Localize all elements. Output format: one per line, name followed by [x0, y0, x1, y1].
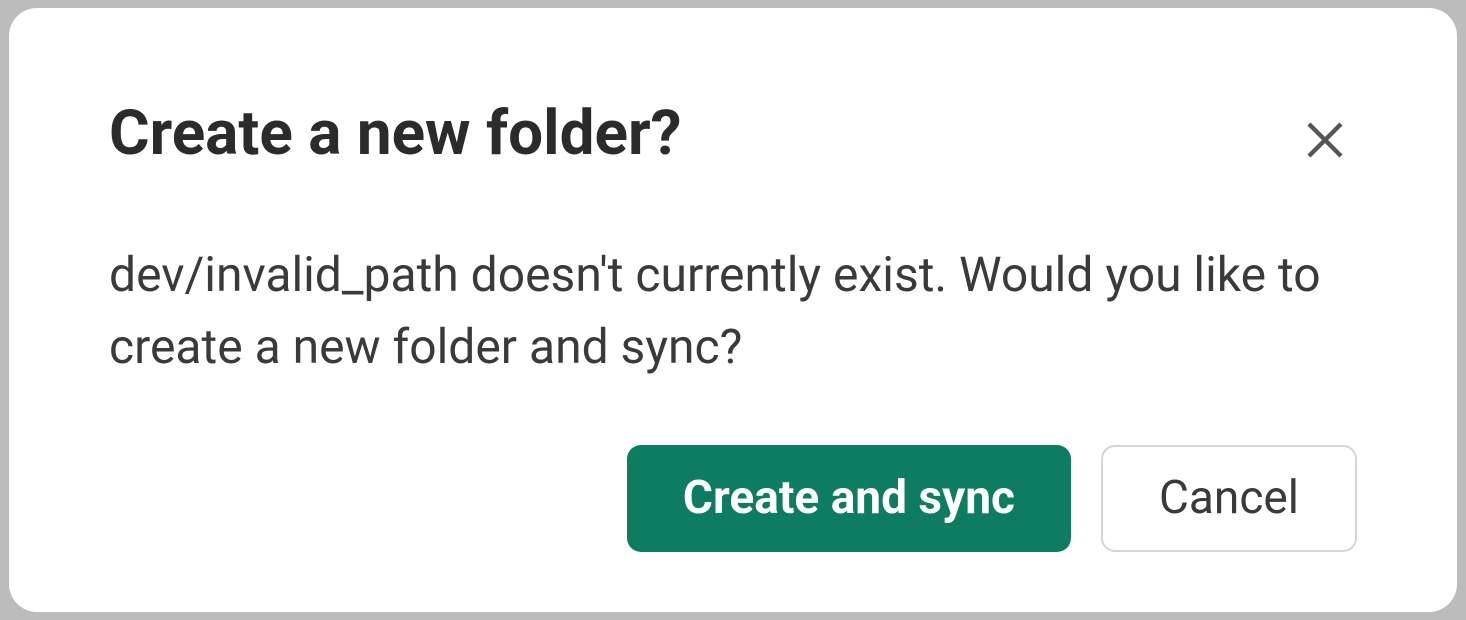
dialog-message: dev/invalid_path doesn't currently exist… — [109, 239, 1339, 383]
create-and-sync-button[interactable]: Create and sync — [627, 445, 1071, 552]
cancel-button[interactable]: Cancel — [1101, 445, 1357, 552]
close-icon — [1301, 116, 1349, 167]
dialog-header: Create a new folder? — [109, 98, 1357, 175]
close-button[interactable] — [1293, 108, 1357, 175]
create-folder-dialog: Create a new folder? dev/invalid_path do… — [9, 8, 1457, 612]
dialog-footer: Create and sync Cancel — [109, 405, 1357, 552]
dialog-title: Create a new folder? — [109, 98, 682, 169]
